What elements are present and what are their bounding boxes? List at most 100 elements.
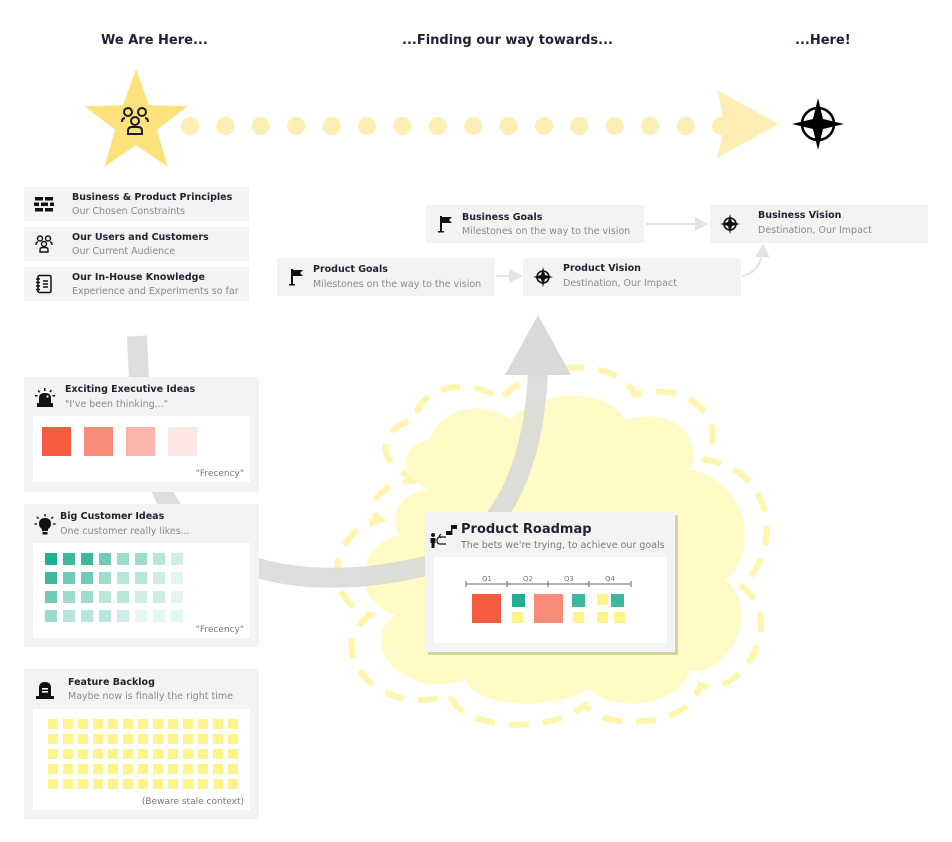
backlog-item[interactable] <box>213 719 223 729</box>
roadmap-bet-customer[interactable] <box>512 594 525 607</box>
customer-idea-item[interactable] <box>99 591 111 603</box>
roadmap-bet-backlog[interactable] <box>573 612 584 623</box>
backlog-item[interactable] <box>198 719 208 729</box>
roadmap-bet-backlog[interactable] <box>597 594 608 605</box>
roadmap-bet-executive[interactable] <box>472 594 501 623</box>
customer-idea-item[interactable] <box>117 610 129 622</box>
context-card-principles[interactable]: Business & Product Principles Our Chosen… <box>24 187 249 221</box>
customer-ideas-panel[interactable]: Big Customer Ideas One customer really l… <box>24 504 259 647</box>
backlog-item[interactable] <box>213 779 223 789</box>
backlog-item[interactable] <box>183 749 193 759</box>
backlog-item[interactable] <box>78 749 88 759</box>
backlog-item[interactable] <box>198 734 208 744</box>
backlog-item[interactable] <box>153 749 163 759</box>
backlog-item[interactable] <box>108 749 118 759</box>
customer-idea-item[interactable] <box>45 610 57 622</box>
customer-idea-item[interactable] <box>45 591 57 603</box>
customer-idea-item[interactable] <box>99 572 111 584</box>
customer-idea-item[interactable] <box>117 572 129 584</box>
backlog-item[interactable] <box>213 749 223 759</box>
backlog-item[interactable] <box>63 764 73 774</box>
backlog-item[interactable] <box>123 779 133 789</box>
executive-idea-item[interactable] <box>126 427 155 456</box>
backlog-item[interactable] <box>78 779 88 789</box>
backlog-item[interactable] <box>168 779 178 789</box>
backlog-item[interactable] <box>108 734 118 744</box>
backlog-item[interactable] <box>63 734 73 744</box>
product-goals-card[interactable]: Product Goals Milestones on the way to t… <box>277 258 495 296</box>
backlog-item[interactable] <box>123 719 133 729</box>
context-card-knowledge[interactable]: Our In-House Knowledge Experience and Ex… <box>24 267 249 301</box>
backlog-item[interactable] <box>183 719 193 729</box>
backlog-item[interactable] <box>78 719 88 729</box>
backlog-item[interactable] <box>93 779 103 789</box>
customer-idea-item[interactable] <box>99 610 111 622</box>
backlog-item[interactable] <box>198 764 208 774</box>
backlog-item[interactable] <box>48 719 58 729</box>
customer-idea-item[interactable] <box>171 572 183 584</box>
customer-idea-item[interactable] <box>135 591 147 603</box>
backlog-item[interactable] <box>153 764 163 774</box>
customer-idea-item[interactable] <box>81 591 93 603</box>
backlog-item[interactable] <box>63 779 73 789</box>
customer-idea-item[interactable] <box>171 610 183 622</box>
backlog-item[interactable] <box>123 764 133 774</box>
customer-idea-item[interactable] <box>81 610 93 622</box>
backlog-item[interactable] <box>48 764 58 774</box>
backlog-item[interactable] <box>153 719 163 729</box>
backlog-item[interactable] <box>93 734 103 744</box>
roadmap-bet-executive[interactable] <box>534 594 563 623</box>
backlog-item[interactable] <box>228 764 238 774</box>
customer-idea-item[interactable] <box>63 591 75 603</box>
executive-idea-item[interactable] <box>42 427 71 456</box>
customer-idea-item[interactable] <box>135 553 147 565</box>
backlog-item[interactable] <box>138 779 148 789</box>
executive-idea-item[interactable] <box>168 427 197 456</box>
backlog-item[interactable] <box>183 779 193 789</box>
backlog-item[interactable] <box>93 764 103 774</box>
backlog-item[interactable] <box>183 764 193 774</box>
feature-backlog-panel[interactable]: Feature Backlog Maybe now is finally the… <box>24 669 259 819</box>
backlog-item[interactable] <box>228 719 238 729</box>
product-roadmap-card[interactable]: Product Roadmap The bets we're trying, t… <box>425 512 675 652</box>
backlog-item[interactable] <box>48 734 58 744</box>
customer-idea-item[interactable] <box>45 572 57 584</box>
backlog-item[interactable] <box>78 764 88 774</box>
customer-idea-item[interactable] <box>153 572 165 584</box>
backlog-item[interactable] <box>228 779 238 789</box>
backlog-item[interactable] <box>108 764 118 774</box>
backlog-item[interactable] <box>108 719 118 729</box>
backlog-item[interactable] <box>48 779 58 789</box>
backlog-item[interactable] <box>213 764 223 774</box>
roadmap-bet-backlog[interactable] <box>614 612 625 623</box>
customer-idea-item[interactable] <box>153 553 165 565</box>
context-card-users[interactable]: Our Users and Customers Our Current Audi… <box>24 227 249 261</box>
backlog-item[interactable] <box>183 734 193 744</box>
roadmap-bet-backlog[interactable] <box>597 612 608 623</box>
backlog-item[interactable] <box>153 779 163 789</box>
backlog-item[interactable] <box>168 719 178 729</box>
backlog-item[interactable] <box>168 734 178 744</box>
backlog-item[interactable] <box>138 734 148 744</box>
backlog-item[interactable] <box>228 734 238 744</box>
customer-idea-item[interactable] <box>171 553 183 565</box>
customer-idea-item[interactable] <box>135 610 147 622</box>
backlog-item[interactable] <box>123 734 133 744</box>
backlog-item[interactable] <box>138 719 148 729</box>
backlog-item[interactable] <box>63 719 73 729</box>
backlog-item[interactable] <box>123 749 133 759</box>
roadmap-bet-customer[interactable] <box>572 594 585 607</box>
roadmap-bet-customer[interactable] <box>611 594 624 607</box>
backlog-item[interactable] <box>138 749 148 759</box>
backlog-item[interactable] <box>213 734 223 744</box>
customer-idea-item[interactable] <box>81 572 93 584</box>
customer-idea-item[interactable] <box>153 610 165 622</box>
business-vision-card[interactable]: Business Vision Destination, Our Impact <box>710 205 928 243</box>
product-vision-card[interactable]: Product Vision Destination, Our Impact <box>523 258 741 296</box>
customer-idea-item[interactable] <box>63 553 75 565</box>
backlog-item[interactable] <box>108 779 118 789</box>
backlog-item[interactable] <box>198 749 208 759</box>
customer-idea-item[interactable] <box>81 553 93 565</box>
customer-idea-item[interactable] <box>99 553 111 565</box>
customer-idea-item[interactable] <box>63 572 75 584</box>
